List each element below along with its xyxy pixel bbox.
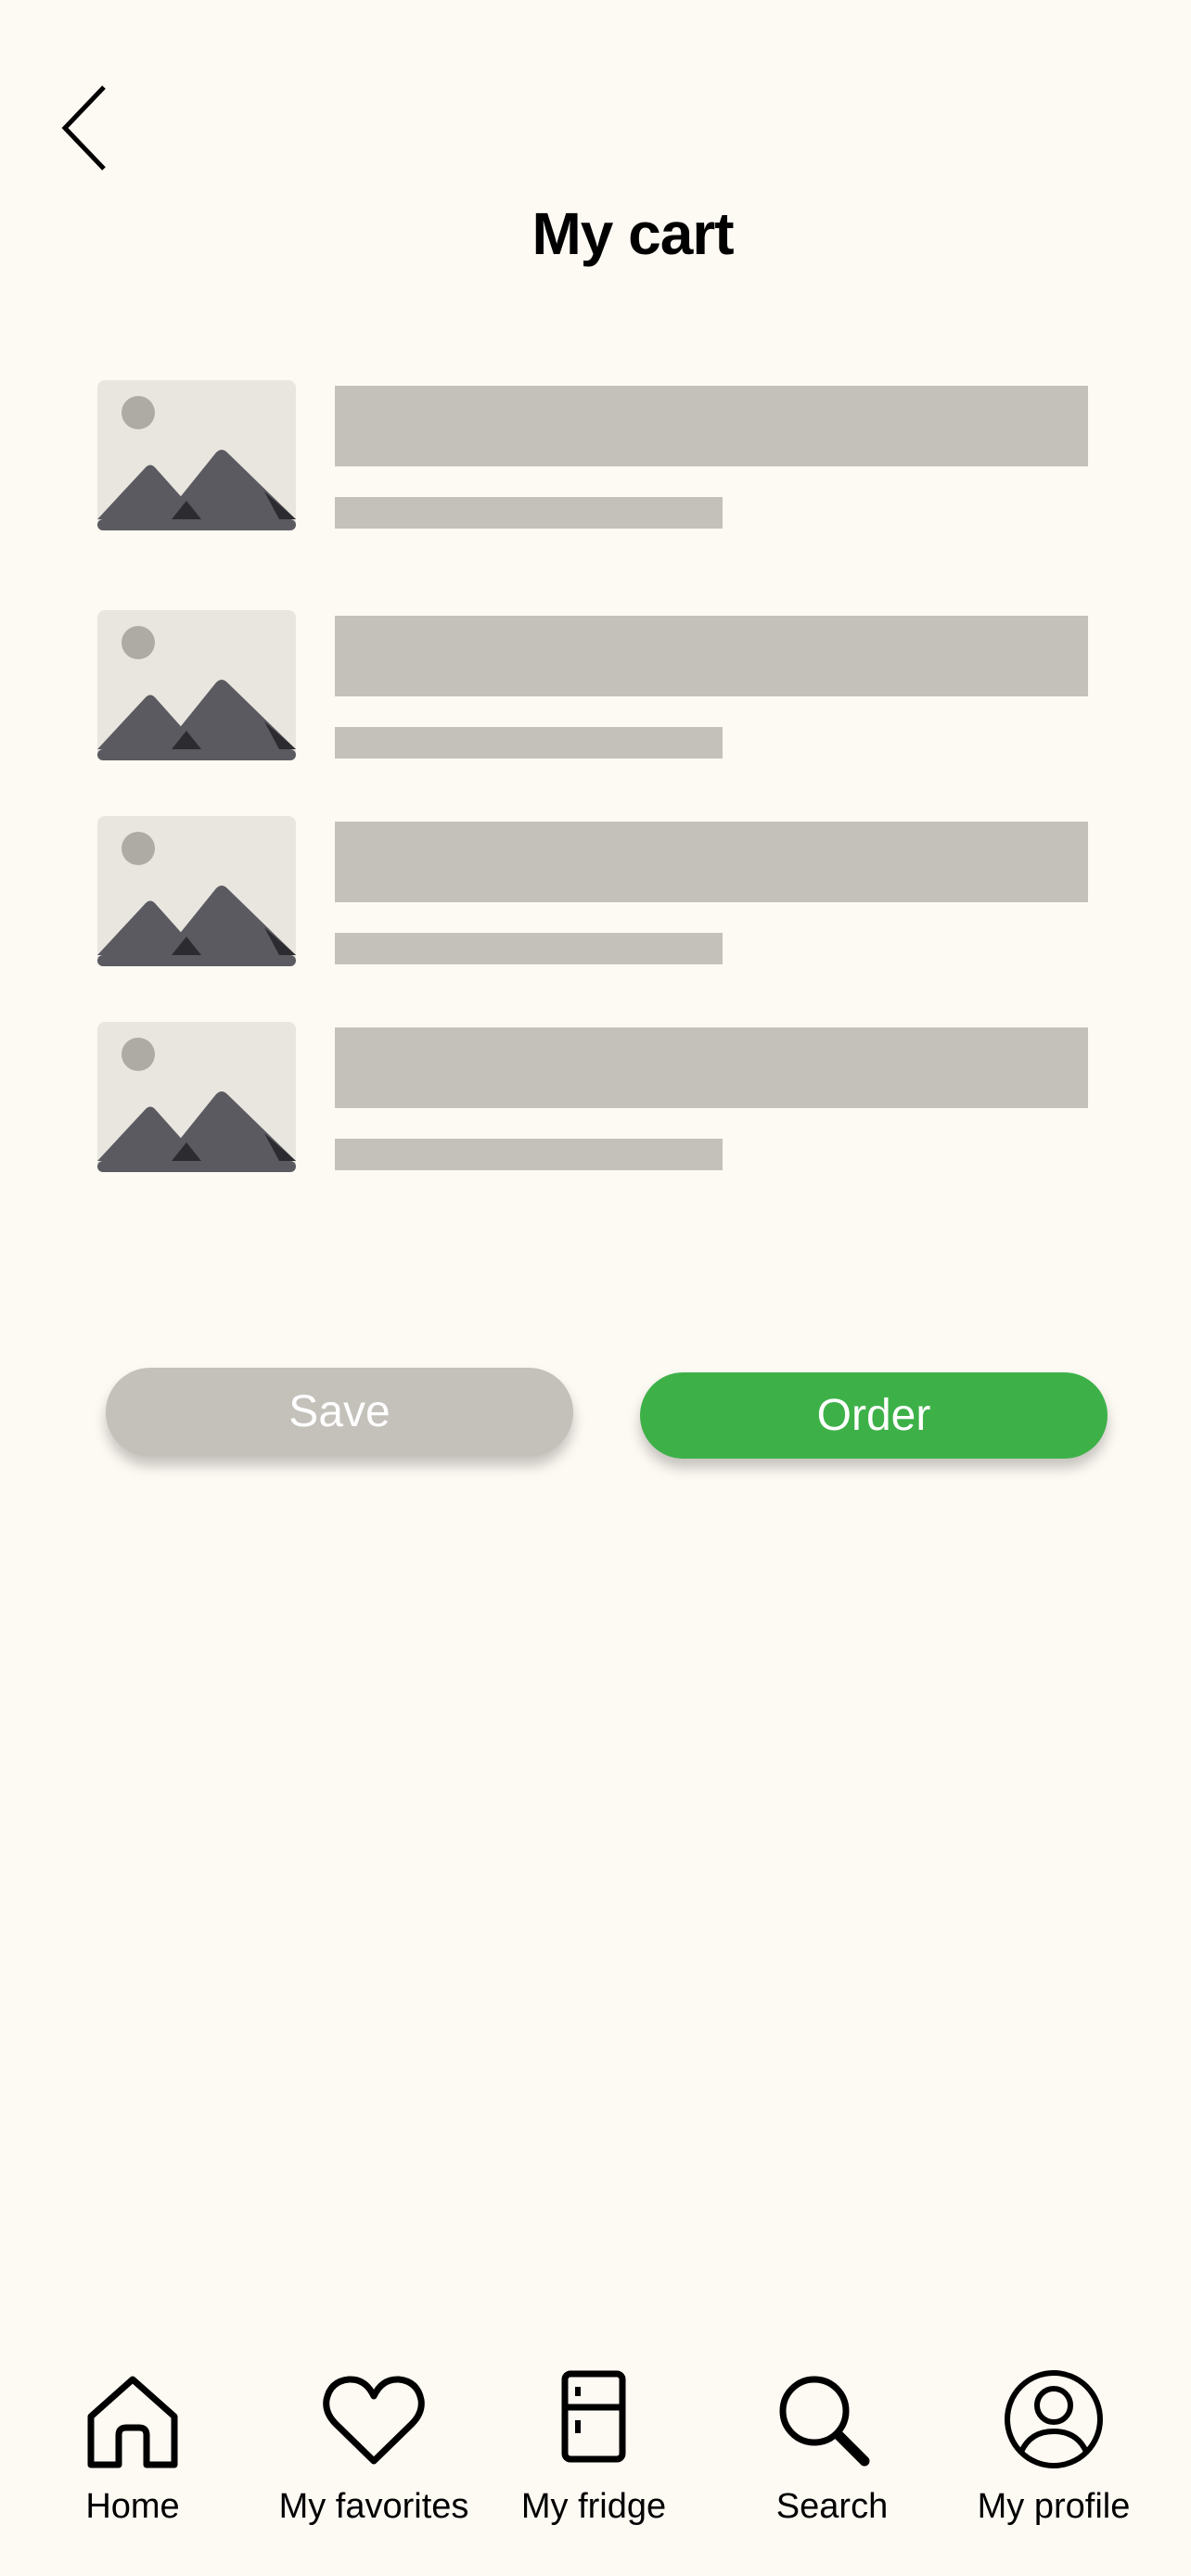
item-title-placeholder [335, 616, 1088, 696]
tab-profile[interactable]: My profile [963, 2355, 1145, 2541]
save-button[interactable]: Save [106, 1368, 573, 1457]
bottom-tab-bar: Home My favorites My fridge Search My pr… [0, 2355, 1191, 2576]
search-icon [779, 2376, 870, 2467]
item-subtitle-placeholder [335, 727, 723, 759]
tab-search[interactable]: Search [762, 2355, 902, 2541]
item-title-placeholder [335, 1027, 1088, 1108]
tab-label: Search [775, 2487, 889, 2526]
tab-home[interactable]: Home [63, 2355, 202, 2541]
cart-item[interactable] [97, 380, 1090, 533]
chevron-left-icon [61, 85, 106, 171]
back-button[interactable] [46, 74, 121, 185]
tab-label: My profile [977, 2487, 1131, 2526]
heart-icon [323, 2376, 425, 2465]
tab-label: My fridge [520, 2487, 667, 2526]
home-icon [87, 2376, 178, 2468]
tab-label: Home [85, 2487, 180, 2526]
tab-label: My favorites [278, 2487, 469, 2526]
cart-item[interactable] [97, 816, 1090, 969]
fridge-icon [561, 2370, 626, 2463]
item-subtitle-placeholder [335, 933, 723, 964]
image-placeholder-icon [97, 816, 296, 966]
item-subtitle-placeholder [335, 497, 723, 529]
tab-fridge[interactable]: My fridge [512, 2355, 675, 2541]
tab-favorites[interactable]: My favorites [269, 2355, 479, 2541]
image-placeholder-icon [97, 380, 296, 530]
cart-item[interactable] [97, 610, 1090, 763]
page-title: My cart [531, 200, 734, 267]
image-placeholder-icon [97, 1022, 296, 1172]
order-button[interactable]: Order [640, 1372, 1108, 1459]
item-title-placeholder [335, 386, 1088, 466]
item-title-placeholder [335, 822, 1088, 902]
cart-item[interactable] [97, 1022, 1090, 1175]
image-placeholder-icon [97, 610, 296, 760]
user-icon [1005, 2370, 1103, 2468]
item-subtitle-placeholder [335, 1139, 723, 1170]
